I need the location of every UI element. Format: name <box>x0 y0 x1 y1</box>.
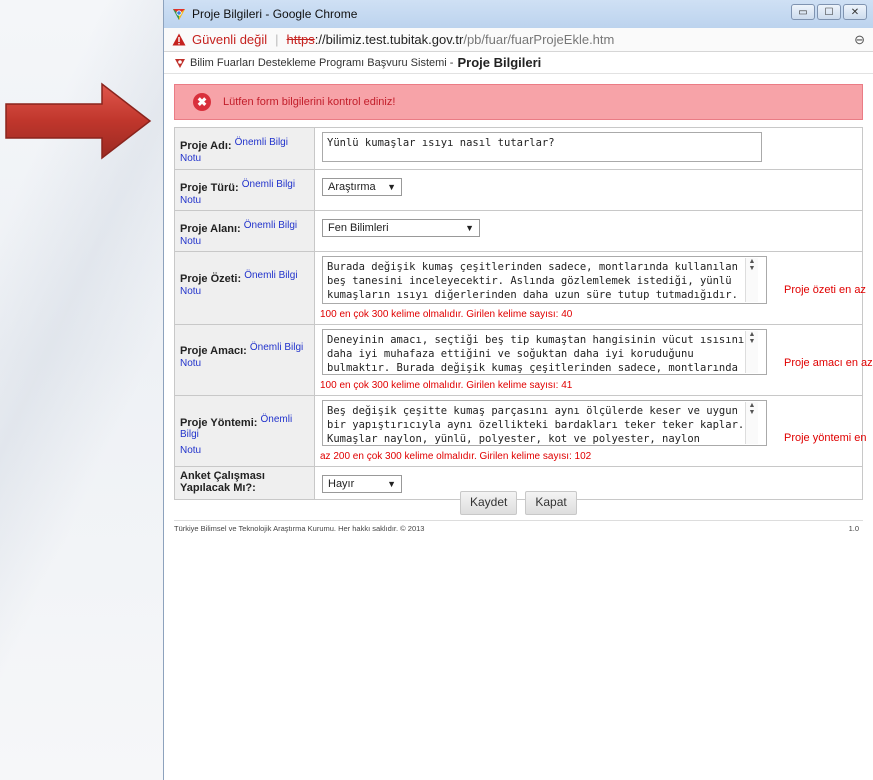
anket-label: Anket Çalışması Yapılacak Mı?: <box>180 470 265 494</box>
word-count-message: 100 en çok 300 kelime olmalıdır. Girilen… <box>320 309 573 320</box>
error-banner: ✖ Lütfen form bilgilerini kontrol ediniz… <box>174 84 863 120</box>
copyright-text: Türkiye Bilimsel ve Teknolojik Araştırma… <box>174 524 425 533</box>
row-proje-alani: Proje Alanı: Önemli Bilgi Notu Fen Biliml… <box>174 210 863 252</box>
label-cell: Proje Türü: Önemli Bilgi Notu <box>174 169 315 211</box>
row-proje-ozeti: Proje Özeti: Önemli Bilgi Notu Burada değ… <box>174 251 866 325</box>
proje-turu-value: Araştırma <box>328 181 376 193</box>
chevron-down-icon: ▼ <box>465 223 474 233</box>
value-cell: Araştırma ▼ <box>314 169 863 211</box>
x-circle-icon: ✖ <box>193 93 211 111</box>
proje-turu-label: Proje Türü: <box>180 182 239 194</box>
form-actions: Kaydet Kapat <box>460 491 577 515</box>
label-cell: Proje Yöntemi: Önemli Bilgi Notu <box>174 395 315 467</box>
label-cell: Proje Amacı: Önemli Bilgi Notu <box>174 324 315 396</box>
error-message: Lütfen form bilgilerini kontrol ediniz! <box>223 96 396 108</box>
page-footer: Türkiye Bilimsel ve Teknolojik Araştırma… <box>174 520 863 534</box>
proje-alani-select[interactable]: Fen Bilimleri ▼ <box>322 219 480 237</box>
value-cell: Beş değişik çeşitte kumaş parçasını aynı… <box>314 395 867 467</box>
proje-amaci-input[interactable]: Deneyinin amacı, seçtiği beş tip kumaşta… <box>322 329 767 375</box>
scrollbar[interactable]: ▲ ▼ <box>745 258 758 302</box>
validation-message: Proje amacı en az <box>784 357 873 369</box>
label-cell: Proje Adı: Önemli Bilgi Notu <box>174 127 315 170</box>
proje-ozeti-label: Proje Özeti: <box>180 273 242 285</box>
zoom-icon[interactable]: ⊖ <box>854 32 865 48</box>
label-cell: Anket Çalışması Yapılacak Mı?: <box>174 466 315 500</box>
system-name: Bilim Fuarları Destekleme Programı Başvu… <box>190 56 454 69</box>
word-count-message: az 200 en çok 300 kelime olmalıdır. Giri… <box>320 451 592 462</box>
anket-value: Hayır <box>328 478 355 490</box>
chevron-down-icon: ▼ <box>387 182 396 192</box>
value-cell: Burada değişik kumaş çeşitlerinden sadec… <box>314 251 866 325</box>
validation-message: Proje özeti en az <box>784 284 866 296</box>
url-host: ://bilimiz.test.tubitak.gov.tr <box>314 32 464 47</box>
row-proje-turu: Proje Türü: Önemli Bilgi Notu Araştırma ▼ <box>174 169 863 211</box>
window-title: Proje Bilgileri - Google Chrome <box>192 7 358 21</box>
scrollbar[interactable]: ▲ ▼ <box>745 331 758 373</box>
row-proje-amaci: Proje Amacı: Önemli Bilgi Notu Deneyinin … <box>174 324 873 396</box>
red-arrow-annotation <box>5 82 152 160</box>
value-cell: Fen Bilimleri ▼ <box>314 210 863 252</box>
url-path: /pb/fuar/fuarProjeEkle.htm <box>463 32 615 47</box>
address-bar[interactable]: Güvenli değil | https ://bilimiz.test.tu… <box>164 28 873 52</box>
title-bar[interactable]: Proje Bilgileri - Google Chrome ▭ ☐ ✕ <box>164 0 873 28</box>
proje-alani-value: Fen Bilimleri <box>328 222 389 234</box>
close-window-button[interactable]: ✕ <box>843 4 867 20</box>
chrome-logo-icon <box>173 9 185 20</box>
value-cell: Hayır ▼ <box>314 466 863 500</box>
maximize-button[interactable]: ☐ <box>817 4 841 20</box>
page-title: Proje Bilgileri <box>457 55 542 70</box>
tubitak-logo-icon <box>175 58 185 68</box>
security-status[interactable]: Güvenli değil <box>192 32 267 47</box>
scrollbar[interactable]: ▲ ▼ <box>745 402 758 444</box>
proje-turu-select[interactable]: Araştırma ▼ <box>322 178 402 196</box>
app-header: Bilim Fuarları Destekleme Programı Başvu… <box>164 52 873 74</box>
word-count-message: 100 en çok 300 kelime olmalıdır. Girilen… <box>320 380 573 391</box>
label-cell: Proje Özeti: Önemli Bilgi Notu <box>174 251 315 325</box>
url-scheme: https <box>286 32 315 47</box>
proje-adi-label: Proje Adı: <box>180 140 232 152</box>
warning-icon <box>172 33 186 46</box>
browser-window: Proje Bilgileri - Google Chrome ▭ ☐ ✕ Gü… <box>163 0 873 780</box>
value-cell: Yünlü kumaşlar ısıyı nasıl tutarlar? <box>314 127 863 170</box>
proje-amaci-label: Proje Amacı: <box>180 345 247 357</box>
version-label: 1.0 <box>848 524 859 533</box>
save-button[interactable]: Kaydet <box>460 491 518 515</box>
minimize-button[interactable]: ▭ <box>791 4 815 20</box>
anket-select[interactable]: Hayır ▼ <box>322 475 402 493</box>
proje-adi-input[interactable]: Yünlü kumaşlar ısıyı nasıl tutarlar? <box>322 132 762 162</box>
chevron-down-icon: ▼ <box>387 479 396 489</box>
close-button[interactable]: Kapat <box>525 491 577 515</box>
address-separator: | <box>275 32 279 47</box>
proje-yontemi-label: Proje Yöntemi: <box>180 417 258 429</box>
validation-message: Proje yöntemi en <box>784 432 867 444</box>
value-cell: Deneyinin amacı, seçtiği beş tip kumaşta… <box>314 324 873 396</box>
proje-ozeti-input[interactable]: Burada değişik kumaş çeşitlerinden sadec… <box>322 256 767 304</box>
label-cell: Proje Alanı: Önemli Bilgi Notu <box>174 210 315 252</box>
row-proje-adi: Proje Adı: Önemli Bilgi Notu Yünlü kumaşl… <box>174 127 863 170</box>
window-controls: ▭ ☐ ✕ <box>791 4 867 20</box>
row-proje-yontemi: Proje Yöntemi: Önemli Bilgi Notu Beş deği… <box>174 395 867 467</box>
project-form: Proje Adı: Önemli Bilgi Notu Yünlü kumaşl… <box>174 127 873 500</box>
proje-alani-label: Proje Alanı: <box>180 223 241 235</box>
proje-yontemi-input[interactable]: Beş değişik çeşitte kumaş parçasını aynı… <box>322 400 767 446</box>
